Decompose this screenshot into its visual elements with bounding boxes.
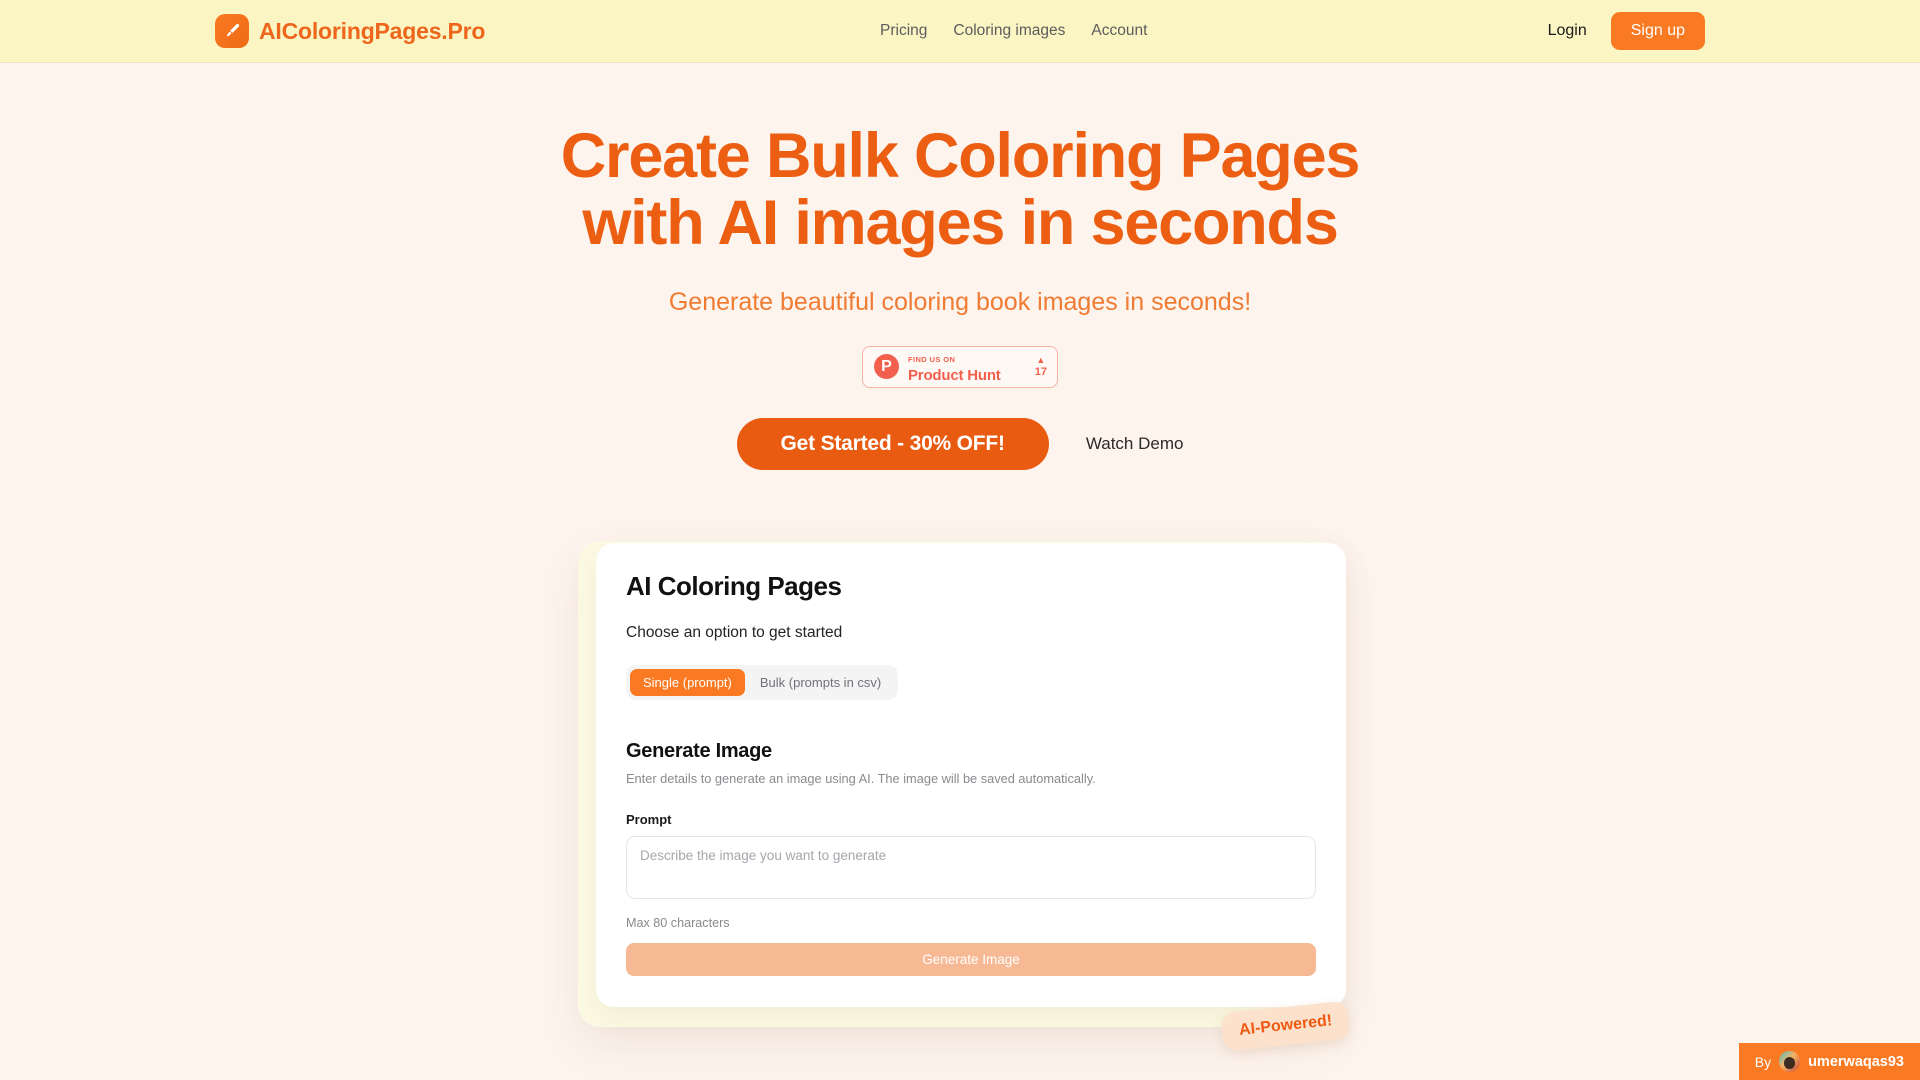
app-card: AI Coloring Pages Choose an option to ge… [596, 543, 1346, 1007]
upvote-caret-icon: ▲ [1036, 354, 1046, 365]
product-hunt-text: FIND US ON Product Hunt [908, 350, 1001, 383]
paintbrush-icon [215, 14, 249, 48]
nav-item-coloring-images[interactable]: Coloring images [953, 22, 1065, 40]
watch-demo-button[interactable]: Watch Demo [1086, 434, 1184, 454]
brand-logo-link[interactable]: AIColoringPages.Pro [215, 14, 485, 48]
product-hunt-icon: P [874, 354, 899, 380]
app-card-title: AI Coloring Pages [626, 571, 842, 601]
get-started-button[interactable]: Get Started - 30% OFF! [736, 417, 1049, 470]
attribution-prefix: By [1754, 1053, 1772, 1070]
product-hunt-upvotes: ▲ 17 [1034, 354, 1047, 378]
avatar [1779, 1051, 1801, 1072]
hero-subheadline: Generate beautiful coloring book images … [668, 287, 1252, 316]
page-title: Create Bulk Coloring Pages with AI image… [560, 121, 1361, 258]
app-card-subtitle: Choose an option to get started [626, 624, 843, 641]
nav-item-account[interactable]: Account [1091, 22, 1147, 40]
site-header: AIColoringPages.Pro Pricing Coloring ima… [0, 0, 1920, 63]
char-limit-hint: Max 80 characters [626, 916, 730, 930]
hero-cta-row: Get Started - 30% OFF! Watch Demo [0, 417, 1920, 470]
generate-image-button[interactable]: Generate Image [626, 943, 1316, 976]
upvote-count: 17 [1034, 365, 1047, 378]
prompt-label: Prompt [626, 812, 672, 827]
nav-item-pricing[interactable]: Pricing [880, 22, 927, 40]
main-nav: Pricing Coloring images Account [880, 22, 1147, 40]
attribution-bar[interactable]: By umerwaqas93 [1738, 1043, 1920, 1080]
product-hunt-eyebrow: FIND US ON [908, 355, 956, 365]
tab-bulk-csv[interactable]: Bulk (prompts in csv) [747, 669, 894, 696]
product-hunt-wrap: P FIND US ON Product Hunt ▲ 17 [0, 345, 1920, 388]
brand-name: AIColoringPages.Pro [259, 17, 486, 44]
login-link[interactable]: Login [1548, 22, 1587, 40]
generate-section-title: Generate Image [626, 740, 772, 762]
signup-button[interactable]: Sign up [1610, 12, 1705, 50]
header-actions: Login Sign up [1548, 12, 1705, 50]
product-hunt-title: Product Hunt [908, 367, 1001, 385]
hero-section: Create Bulk Coloring Pages with AI image… [0, 63, 1920, 470]
attribution-username: umerwaqas93 [1808, 1053, 1904, 1070]
mode-tabs: Single (prompt) Bulk (prompts in csv) [626, 665, 899, 700]
product-hunt-badge[interactable]: P FIND US ON Product Hunt ▲ 17 [862, 345, 1058, 388]
tab-single-prompt[interactable]: Single (prompt) [630, 669, 745, 696]
generate-section-description: Enter details to generate an image using… [626, 771, 1096, 786]
prompt-input[interactable] [626, 836, 1316, 899]
